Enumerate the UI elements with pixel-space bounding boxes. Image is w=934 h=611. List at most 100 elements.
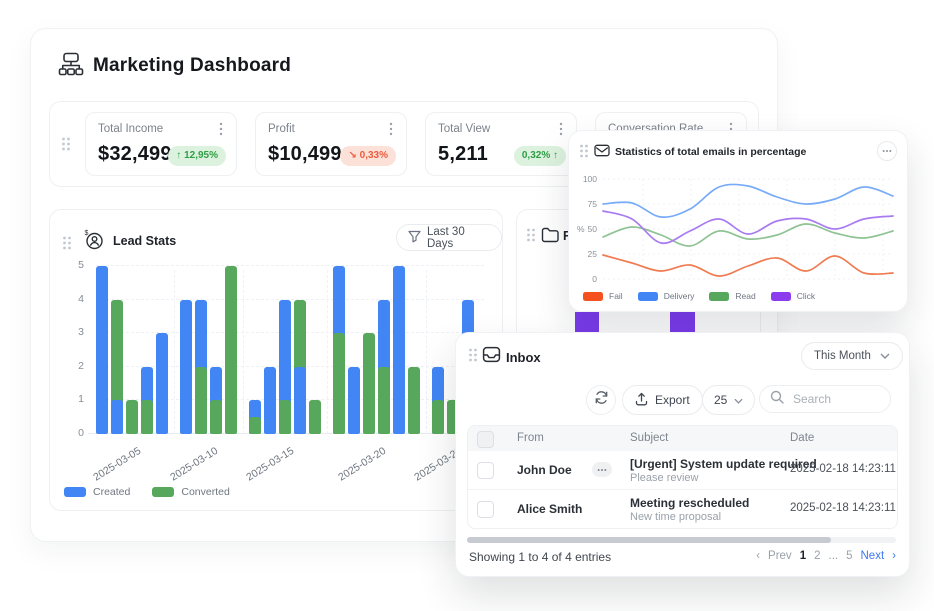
bar bbox=[180, 300, 192, 434]
y-tick-label: 0 bbox=[58, 427, 84, 439]
bar bbox=[156, 333, 168, 434]
sitemap-icon bbox=[57, 50, 85, 83]
row-date: 2025-02-18 14:23:11 bbox=[790, 502, 896, 514]
upload-icon bbox=[635, 392, 648, 409]
drag-dots-icon[interactable] bbox=[61, 136, 71, 152]
bar bbox=[210, 400, 222, 434]
lead-filter-button[interactable]: Last 30 Days bbox=[396, 224, 502, 251]
kebab-icon[interactable] bbox=[554, 121, 568, 142]
stat-title: Profit bbox=[268, 123, 295, 135]
page-5[interactable]: 5 bbox=[846, 550, 852, 562]
y-tick-label: 2 bbox=[58, 360, 84, 372]
export-button[interactable]: Export bbox=[622, 385, 703, 415]
bar bbox=[96, 266, 108, 434]
horizontal-scrollbar-track bbox=[467, 537, 896, 543]
y-tick-label: 75 bbox=[575, 199, 597, 209]
y-tick-label: 25 bbox=[575, 249, 597, 259]
legend-swatch bbox=[64, 487, 86, 497]
drag-dots-icon[interactable] bbox=[526, 227, 536, 243]
ellipsis-icon[interactable] bbox=[877, 141, 897, 161]
chevron-down-icon bbox=[734, 393, 743, 407]
email-statistics-card: Statistics of total emails in percentage… bbox=[568, 130, 908, 312]
stat-value: $32,499 bbox=[98, 143, 172, 166]
prev-arrow[interactable]: ‹ bbox=[756, 550, 760, 562]
bar bbox=[126, 400, 138, 434]
legend-item: Delivery bbox=[638, 291, 695, 301]
row-subject: Meeting rescheduled bbox=[630, 496, 749, 510]
row-checkbox[interactable] bbox=[477, 501, 494, 518]
bar bbox=[141, 400, 153, 434]
legend-swatch bbox=[638, 292, 658, 301]
legend-item: Converted bbox=[152, 486, 229, 498]
funnel-icon bbox=[408, 230, 421, 246]
stat-card-total-view: Total View 5,211 0,32% ↑ bbox=[425, 112, 577, 176]
next-button[interactable]: Next bbox=[861, 550, 885, 562]
next-arrow[interactable]: › bbox=[892, 550, 896, 562]
lead-user-icon: $ bbox=[82, 228, 106, 257]
select-all-checkbox[interactable] bbox=[477, 431, 494, 448]
y-tick-label: 0 bbox=[575, 274, 597, 284]
envelope-icon bbox=[594, 144, 610, 162]
page-title: Marketing Dashboard bbox=[93, 55, 291, 77]
stat-badge: ↘ 0,33% bbox=[340, 146, 396, 166]
stat-card-total-income: Total Income $32,499 ↑ 12,95% bbox=[85, 112, 237, 176]
drag-dots-icon[interactable] bbox=[62, 235, 72, 251]
horizontal-scrollbar-thumb[interactable] bbox=[467, 537, 831, 543]
inbox-tray-icon bbox=[482, 346, 501, 368]
inbox-title: Inbox bbox=[506, 350, 541, 365]
lead-chart-legend: Created Converted bbox=[64, 486, 230, 498]
row-subject: [Urgent] System update required bbox=[630, 457, 817, 471]
gridline bbox=[243, 270, 244, 434]
x-tick-label: 2025-03-15 bbox=[222, 445, 296, 498]
bar bbox=[195, 367, 207, 434]
legend-label: Read bbox=[735, 291, 755, 301]
legend-label: Created bbox=[93, 486, 130, 498]
bar bbox=[225, 266, 237, 434]
row-from: John Doe bbox=[517, 463, 572, 477]
drag-dots-icon[interactable] bbox=[468, 347, 478, 363]
legend-item: Click bbox=[771, 291, 815, 301]
page-1[interactable]: 1 bbox=[800, 550, 806, 562]
table-header-row: From Subject Date bbox=[468, 426, 897, 451]
page-size-select[interactable]: 25 bbox=[702, 385, 755, 415]
refresh-button[interactable] bbox=[586, 385, 616, 415]
period-select[interactable]: This Month bbox=[801, 342, 903, 370]
row-from: Alice Smith bbox=[517, 502, 582, 516]
table-row[interactable]: John Doe [Urgent] System update required… bbox=[468, 451, 897, 489]
drag-dots-icon[interactable] bbox=[579, 143, 589, 159]
prev-button[interactable]: Prev bbox=[768, 550, 792, 562]
bar bbox=[111, 400, 123, 434]
row-date: 2025-02-18 14:23:11 bbox=[790, 463, 896, 475]
bar bbox=[363, 333, 375, 434]
legend-swatch bbox=[152, 487, 174, 497]
chevron-down-icon bbox=[880, 350, 890, 362]
svg-text:$: $ bbox=[85, 230, 89, 237]
gridline bbox=[96, 265, 484, 266]
column-header-subject: Subject bbox=[630, 426, 668, 451]
search-box bbox=[759, 385, 891, 413]
x-tick-label: 2025-03-20 bbox=[313, 445, 387, 498]
page-2[interactable]: 2 bbox=[814, 550, 820, 562]
row-checkbox[interactable] bbox=[477, 462, 494, 479]
export-label: Export bbox=[655, 393, 690, 407]
search-input[interactable] bbox=[791, 391, 885, 407]
kebab-icon[interactable] bbox=[214, 121, 228, 142]
bar bbox=[279, 400, 291, 434]
table-row[interactable]: Alice Smith Meeting rescheduled New time… bbox=[468, 489, 897, 528]
row-menu-button[interactable] bbox=[592, 462, 612, 477]
legend-label: Converted bbox=[181, 486, 229, 498]
stat-badge: 0,32% ↑ bbox=[514, 146, 566, 166]
stat-title: Total View bbox=[438, 123, 490, 135]
line-series-Read bbox=[603, 224, 893, 246]
legend-swatch bbox=[583, 292, 603, 301]
line-series-Fail bbox=[603, 255, 893, 276]
lead-chart-plot bbox=[96, 266, 484, 434]
email-chart-plot bbox=[603, 179, 893, 279]
bar bbox=[249, 417, 261, 434]
y-tick-label: 5 bbox=[58, 259, 84, 271]
period-label: This Month bbox=[814, 350, 871, 362]
kebab-icon[interactable] bbox=[384, 121, 398, 142]
legend-item: Fail bbox=[583, 291, 623, 301]
page: { "ui": { "header_title": "Marketing Das… bbox=[0, 0, 934, 611]
magnifier-icon bbox=[770, 390, 784, 409]
